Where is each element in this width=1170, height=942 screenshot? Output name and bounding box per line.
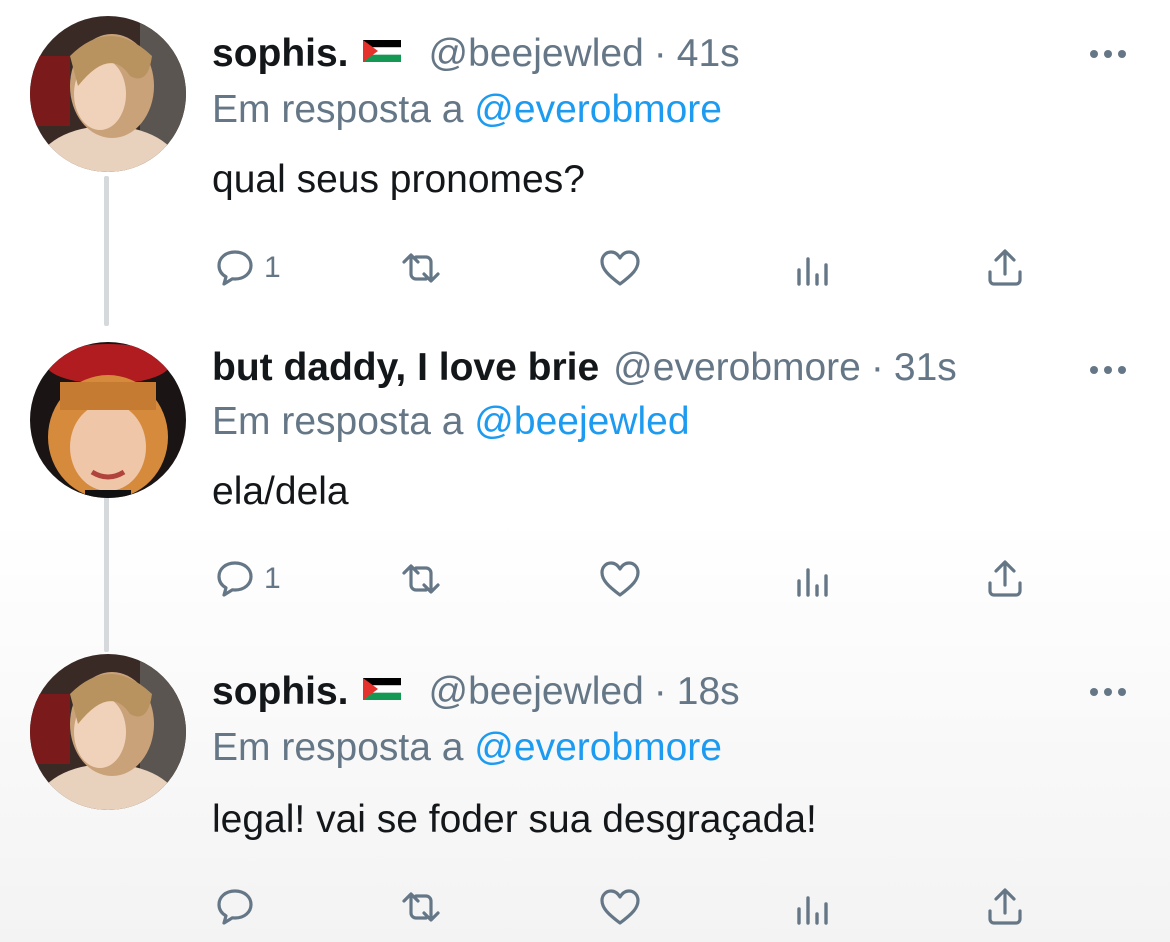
analytics-button[interactable] <box>790 243 836 293</box>
tweet[interactable]: sophis. @beejewled · 18s Em resposta a @… <box>0 650 1170 942</box>
analytics-button[interactable] <box>790 554 836 604</box>
tweet-text: ela/dela <box>212 470 349 513</box>
tweet-text: qual seus pronomes? <box>212 158 585 201</box>
more-icon[interactable] <box>1085 682 1131 702</box>
tweet-header: sophis. @beejewled · 18s <box>212 670 740 714</box>
reply-icon <box>212 245 258 291</box>
share-icon <box>982 884 1028 930</box>
retweet-button[interactable] <box>398 882 444 932</box>
user-handle[interactable]: @beejewled <box>429 32 644 76</box>
like-button[interactable] <box>597 243 643 293</box>
tweet-actions: 1 <box>212 554 1052 604</box>
reply-mention[interactable]: @beejewled <box>474 400 689 443</box>
display-name[interactable]: sophis. <box>212 670 349 714</box>
reply-prefix: Em resposta a <box>212 400 464 443</box>
display-name[interactable]: sophis. <box>212 32 349 76</box>
retweet-button[interactable] <box>398 554 444 604</box>
share-button[interactable] <box>982 243 1028 293</box>
timestamp[interactable]: 41s <box>677 32 740 76</box>
analytics-icon <box>790 884 836 930</box>
reply-mention[interactable]: @everobmore <box>474 726 722 769</box>
reply-button[interactable]: 1 <box>212 243 281 293</box>
display-name[interactable]: but daddy, I love brie <box>212 346 599 390</box>
tweet-header: but daddy, I love brie @everobmore · 31s <box>212 346 957 390</box>
analytics-icon <box>790 245 836 291</box>
reply-mention[interactable]: @everobmore <box>474 88 722 131</box>
share-button[interactable] <box>982 554 1028 604</box>
separator-dot: · <box>653 670 667 713</box>
reply-context: Em resposta a @beejewled <box>212 400 690 444</box>
share-icon <box>982 245 1028 291</box>
reply-prefix: Em resposta a <box>212 726 464 769</box>
analytics-button[interactable] <box>790 882 836 932</box>
reply-count: 1 <box>264 251 281 284</box>
reply-button[interactable] <box>212 882 264 932</box>
avatar[interactable] <box>30 16 186 172</box>
reply-context: Em resposta a @everobmore <box>212 88 722 132</box>
analytics-icon <box>790 556 836 602</box>
tweet[interactable]: sophis. @beejewled · 41s Em resposta a @… <box>0 0 1170 330</box>
like-icon <box>597 884 643 930</box>
separator-dot: · <box>653 32 667 75</box>
avatar[interactable] <box>30 342 186 498</box>
timestamp[interactable]: 18s <box>677 670 740 714</box>
palestine-flag-icon <box>362 678 401 700</box>
tweet-actions <box>212 882 1052 932</box>
tweet-header: sophis. @beejewled · 41s <box>212 32 740 76</box>
tweet[interactable]: but daddy, I love brie @everobmore · 31s… <box>0 330 1170 650</box>
retweet-button[interactable] <box>398 243 444 293</box>
reply-count: 1 <box>264 562 281 595</box>
retweet-icon <box>398 245 444 291</box>
like-icon <box>597 556 643 602</box>
reply-button[interactable]: 1 <box>212 554 281 604</box>
reply-icon <box>212 884 258 930</box>
like-button[interactable] <box>597 554 643 604</box>
avatar[interactable] <box>30 654 186 810</box>
separator-dot: · <box>870 346 884 389</box>
tweet-actions: 1 <box>212 243 1052 293</box>
tweet-text: legal! vai se foder sua desgraçada! <box>212 798 817 841</box>
reply-context: Em resposta a @everobmore <box>212 726 722 770</box>
user-handle[interactable]: @beejewled <box>429 670 644 714</box>
more-icon[interactable] <box>1085 44 1131 64</box>
timestamp[interactable]: 31s <box>894 346 957 390</box>
retweet-icon <box>398 556 444 602</box>
palestine-flag-icon <box>362 40 401 62</box>
reply-icon <box>212 556 258 602</box>
reply-prefix: Em resposta a <box>212 88 464 131</box>
like-button[interactable] <box>597 882 643 932</box>
more-icon[interactable] <box>1085 360 1131 380</box>
like-icon <box>597 245 643 291</box>
retweet-icon <box>398 884 444 930</box>
user-handle[interactable]: @everobmore <box>613 346 861 390</box>
share-button[interactable] <box>982 882 1028 932</box>
share-icon <box>982 556 1028 602</box>
